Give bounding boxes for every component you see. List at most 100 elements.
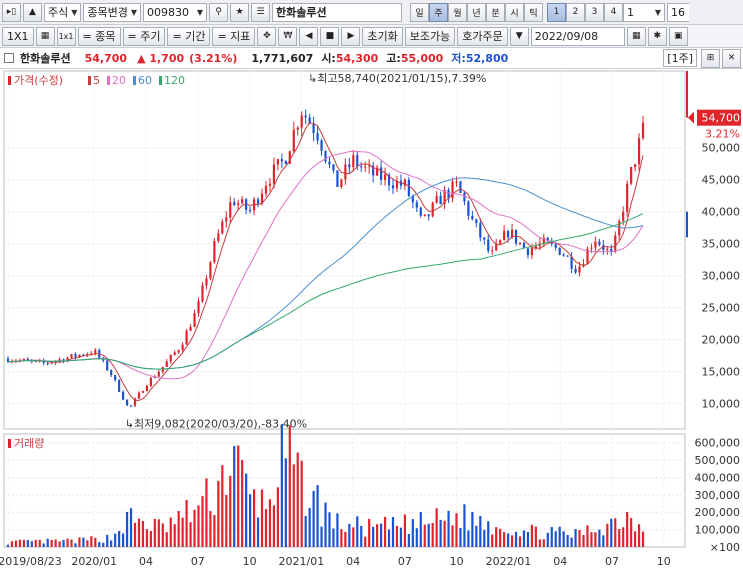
stock-code-value: 009830 bbox=[147, 5, 190, 19]
volume-bar bbox=[245, 473, 248, 547]
volume-bar bbox=[193, 509, 196, 547]
date-input[interactable]: 2022/09/08 bbox=[530, 26, 625, 46]
range-button[interactable]: = 기간 bbox=[167, 26, 211, 46]
item-button[interactable]: = 종목 bbox=[77, 26, 121, 46]
candle-body bbox=[177, 350, 180, 353]
won-button[interactable]: ₩ bbox=[278, 26, 298, 46]
period-tab[interactable]: 틱 bbox=[524, 2, 544, 22]
stock-code-input[interactable]: 009830 ▼ bbox=[143, 2, 208, 22]
volume-bar bbox=[34, 539, 37, 547]
candle-body bbox=[304, 115, 307, 118]
menu-button[interactable]: ☰ bbox=[251, 2, 271, 22]
candle-body bbox=[352, 155, 355, 168]
candle-body bbox=[641, 122, 645, 139]
volume-bar bbox=[499, 528, 502, 547]
candle-body bbox=[383, 174, 387, 180]
cycle-button[interactable]: = 주기 bbox=[122, 26, 166, 46]
info-change: ▲ 1,700 bbox=[137, 51, 185, 65]
popout-button[interactable]: ⊞ bbox=[701, 48, 720, 68]
candle-body bbox=[149, 377, 152, 386]
volume-bar bbox=[74, 543, 77, 547]
x-tick-label: 2021/01 bbox=[279, 555, 325, 568]
candle-body bbox=[415, 202, 418, 208]
market-select[interactable]: 주식 ▼ bbox=[44, 2, 82, 22]
period-tab[interactable]: 주 bbox=[429, 2, 449, 22]
number-tab[interactable]: 1 bbox=[547, 2, 567, 22]
volume-bar bbox=[614, 518, 617, 547]
save-button[interactable]: ▣ bbox=[668, 26, 688, 46]
candle-body bbox=[300, 115, 303, 128]
volume-bar bbox=[46, 538, 49, 547]
favorite-button[interactable]: ★ bbox=[230, 2, 250, 22]
candle-body bbox=[391, 185, 395, 189]
change-stock-select[interactable]: 종목변경 ▼ bbox=[83, 2, 142, 22]
period-tab[interactable]: 분 bbox=[486, 2, 506, 22]
candle-body bbox=[554, 243, 557, 248]
volume-bar bbox=[173, 524, 176, 547]
candle-body bbox=[475, 219, 478, 224]
volume-bar bbox=[129, 508, 133, 547]
move-button[interactable]: ✥ bbox=[257, 26, 277, 46]
volume-bar bbox=[280, 424, 283, 547]
volume-bar bbox=[356, 516, 359, 547]
number-tab[interactable]: 2 bbox=[566, 2, 586, 22]
volume-bar bbox=[288, 425, 291, 547]
volume-bar bbox=[157, 519, 160, 547]
price-pane: 10,000 15,000 20,000 25,000 30,000 35,000 40,0… bbox=[3, 70, 741, 430]
reset-label: 초기화 bbox=[367, 30, 398, 43]
market-value: 주식 bbox=[48, 6, 69, 19]
close-button[interactable]: ✕ bbox=[722, 48, 741, 68]
aux-label: 보조가능 bbox=[409, 30, 451, 43]
reset-button[interactable]: 초기화 bbox=[362, 26, 403, 46]
panel-toggle-button[interactable]: ▸▯ bbox=[2, 2, 21, 22]
candle-body bbox=[407, 179, 410, 196]
collapse-up-button[interactable]: ▲ bbox=[23, 2, 42, 22]
grid-layout-button[interactable]: ▦ bbox=[35, 26, 55, 46]
candle-body bbox=[229, 202, 232, 218]
candle-body bbox=[364, 166, 367, 168]
number-tab[interactable]: 4 bbox=[604, 2, 624, 22]
calendar-button[interactable]: ▦ bbox=[626, 26, 646, 46]
number-tab[interactable]: 3 bbox=[585, 2, 605, 22]
candle-body bbox=[479, 223, 482, 238]
chevron-down-icon: ▼ bbox=[196, 7, 204, 17]
layout-button[interactable]: 1X1 bbox=[2, 26, 34, 46]
one-by-one-button[interactable]: 1x1 bbox=[56, 26, 76, 46]
candle-body bbox=[332, 164, 335, 171]
volume-bar bbox=[153, 518, 156, 547]
period-tab[interactable]: 시 bbox=[505, 2, 525, 22]
search-button[interactable]: ⚲ bbox=[209, 2, 229, 22]
candle-body bbox=[336, 170, 339, 187]
count-select[interactable]: 1 ▼ bbox=[623, 2, 666, 22]
candle-body bbox=[316, 133, 319, 141]
volume-bar bbox=[30, 541, 33, 547]
stop-button[interactable]: ■ bbox=[320, 26, 340, 46]
right-value-field[interactable]: 16 bbox=[667, 2, 690, 22]
aux-button[interactable]: 보조가능 bbox=[404, 26, 456, 46]
settings-button[interactable]: ✱ bbox=[647, 26, 667, 46]
next-button[interactable]: ▶ bbox=[341, 26, 361, 46]
volume-bar bbox=[336, 513, 339, 547]
stock-name-field[interactable]: 한화솔루션 bbox=[272, 2, 403, 22]
period-tab[interactable]: 일 bbox=[410, 2, 430, 22]
order-button[interactable]: 호가주문 bbox=[457, 26, 508, 46]
volume-bar bbox=[145, 529, 149, 547]
volume-bar bbox=[633, 531, 637, 547]
volume-bar bbox=[62, 539, 65, 547]
low-annotation: ↳최저9,082(2020/03/20),-83.40% bbox=[125, 417, 307, 430]
candle-body bbox=[205, 278, 208, 286]
volume-bar bbox=[125, 511, 129, 547]
period-tab[interactable]: 월 bbox=[448, 2, 468, 22]
volume-bar bbox=[106, 534, 109, 547]
volume-bar bbox=[260, 489, 264, 547]
prev-button[interactable]: ◀ bbox=[299, 26, 319, 46]
volume-bar bbox=[641, 531, 645, 547]
order-dropdown-button[interactable]: ▼ bbox=[509, 26, 529, 46]
indicator-button[interactable]: = 지표 bbox=[212, 26, 256, 46]
volume-bar bbox=[225, 495, 228, 547]
candle-body bbox=[356, 155, 359, 167]
volume-bar bbox=[475, 525, 478, 547]
candle-body bbox=[431, 202, 434, 217]
period-tab[interactable]: 년 bbox=[467, 2, 487, 22]
select-checkbox[interactable] bbox=[4, 53, 14, 63]
